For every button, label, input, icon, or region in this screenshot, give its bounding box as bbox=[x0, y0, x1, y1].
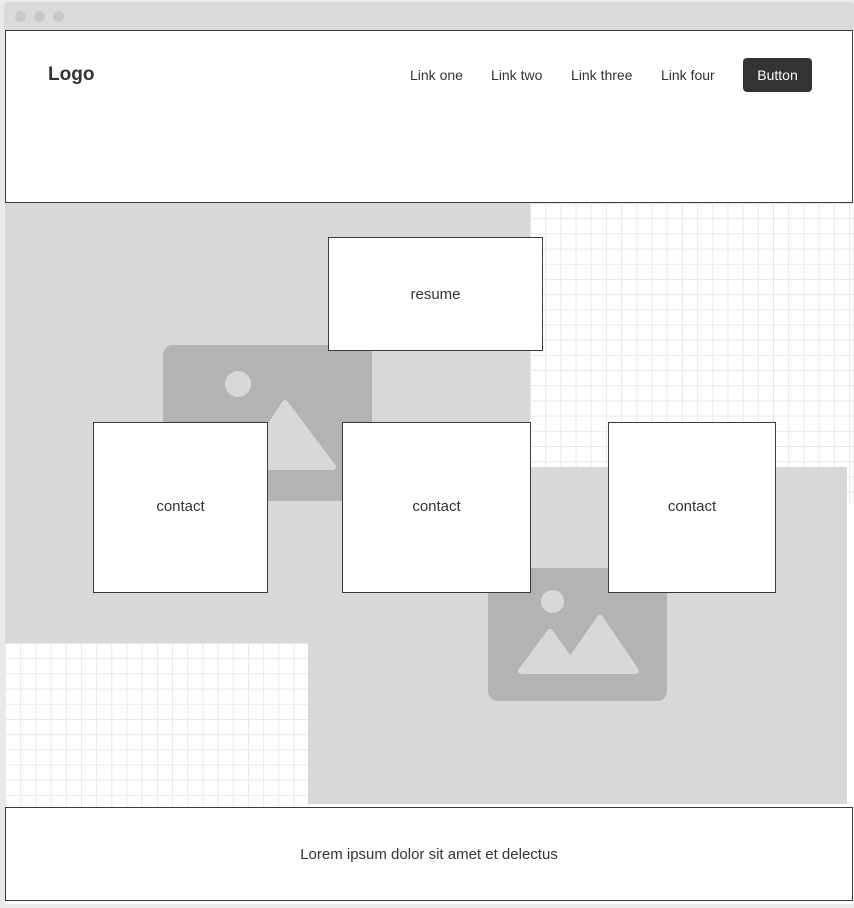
nav-link-four[interactable]: Link four bbox=[661, 67, 715, 83]
nav-link-two[interactable]: Link two bbox=[491, 67, 542, 83]
header-button[interactable]: Button bbox=[743, 58, 812, 92]
window-maximize-dot[interactable] bbox=[53, 11, 64, 22]
contact-card[interactable]: contact bbox=[608, 422, 776, 593]
contact-label: contact bbox=[156, 498, 205, 515]
window-close-dot[interactable] bbox=[15, 11, 26, 22]
contact-label: contact bbox=[412, 498, 461, 515]
footer-text: Lorem ipsum dolor sit amet et delectus bbox=[300, 845, 558, 863]
window-minimize-dot[interactable] bbox=[34, 11, 45, 22]
resume-card[interactable]: resume bbox=[328, 237, 543, 351]
nav-link-one[interactable]: Link one bbox=[410, 67, 463, 83]
contact-card[interactable]: contact bbox=[93, 422, 268, 593]
grid-background-left bbox=[5, 643, 310, 813]
site-footer: Lorem ipsum dolor sit amet et delectus bbox=[5, 807, 853, 901]
logo[interactable]: Logo bbox=[48, 64, 94, 86]
contact-card[interactable]: contact bbox=[342, 422, 531, 593]
nav-link-three[interactable]: Link three bbox=[571, 67, 632, 83]
site-header: Logo Link one Link two Link three Link f… bbox=[5, 30, 853, 203]
window-titlebar bbox=[4, 2, 854, 30]
contact-label: contact bbox=[667, 498, 717, 515]
page-canvas: Logo Link one Link two Link three Link f… bbox=[5, 30, 854, 904]
resume-label: resume bbox=[410, 285, 461, 303]
